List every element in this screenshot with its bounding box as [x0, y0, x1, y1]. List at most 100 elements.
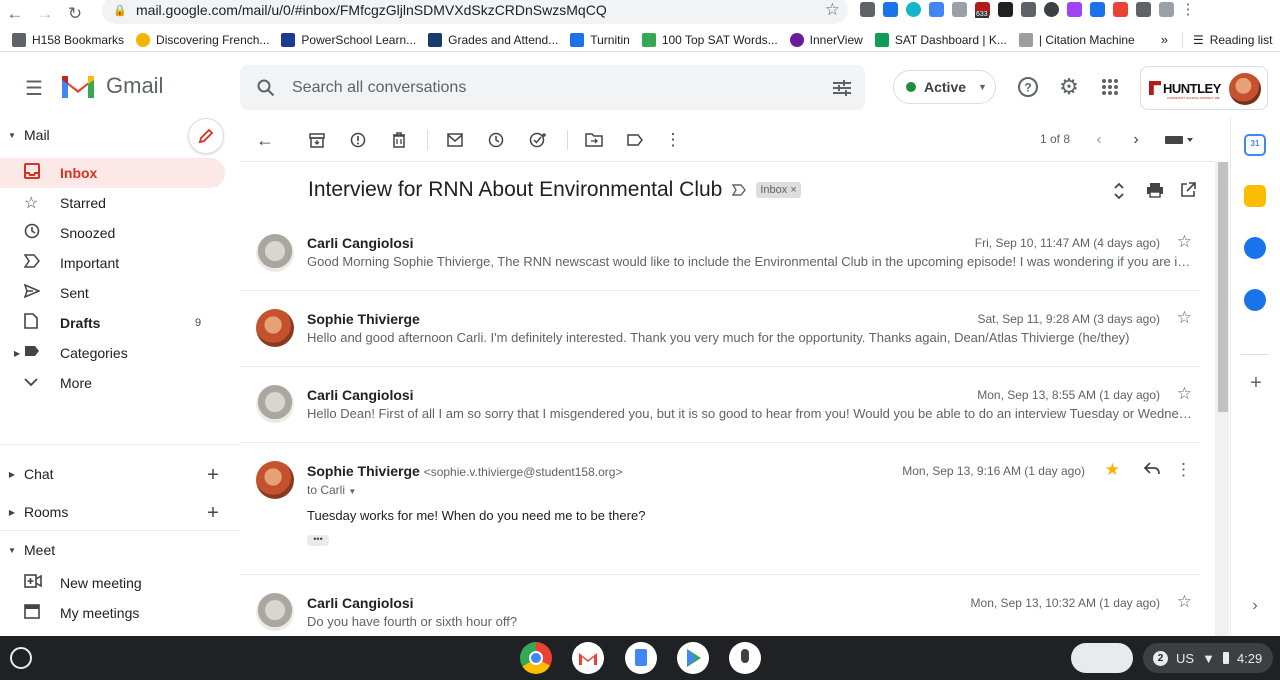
extension-icon[interactable]: [1136, 1, 1151, 17]
account-avatar[interactable]: [1229, 73, 1261, 105]
sender-avatar[interactable]: [256, 461, 294, 499]
sidebar-item-new-meeting[interactable]: New meeting: [0, 568, 225, 598]
bookmark-star-icon[interactable]: ☆: [825, 0, 840, 20]
status-tray[interactable]: 2 US ▼ 4:29: [1143, 643, 1273, 673]
sender-avatar[interactable]: [256, 234, 294, 272]
move-to-folder-icon[interactable]: [582, 128, 606, 152]
extension-icon[interactable]: [952, 1, 967, 17]
expand-all-icon[interactable]: [1113, 182, 1125, 200]
bookmark-item[interactable]: H158 Bookmarks: [12, 32, 124, 47]
search-options-icon[interactable]: [833, 79, 851, 96]
bookmark-item[interactable]: InnerView: [789, 32, 863, 47]
more-vert-icon[interactable]: ⋮: [1181, 0, 1196, 18]
star-icon[interactable]: ☆: [1177, 308, 1192, 328]
starred-star-icon[interactable]: ★: [1105, 460, 1120, 480]
bookmark-item[interactable]: | Citation Machine: [1018, 32, 1135, 47]
keep-app-icon[interactable]: [1244, 185, 1266, 207]
more-bookmarks-button[interactable]: »: [1161, 32, 1168, 47]
extension-icon[interactable]: [1090, 1, 1105, 17]
input-tools-keyboard-icon[interactable]: [1162, 128, 1198, 152]
extension-icon[interactable]: [860, 1, 875, 17]
status-dropdown[interactable]: Active ▼: [893, 70, 996, 104]
search-icon[interactable]: [240, 79, 292, 97]
extension-icon[interactable]: [906, 1, 921, 17]
importance-marker-icon[interactable]: [732, 184, 747, 196]
collapsed-message[interactable]: Carli Cangiolosi Mon, Sep 13, 10:32 AM (…: [240, 575, 1200, 636]
star-icon[interactable]: ☆: [1177, 384, 1192, 404]
search-bar[interactable]: [240, 65, 865, 110]
docs-app-icon[interactable]: [625, 642, 657, 674]
open-in-new-window-icon[interactable]: [1180, 182, 1196, 198]
star-icon[interactable]: ☆: [1177, 592, 1192, 612]
bookmark-item[interactable]: SAT Dashboard | K...: [874, 32, 1007, 47]
collapsed-message[interactable]: Carli Cangiolosi Fri, Sep 10, 11:47 AM (…: [240, 222, 1200, 291]
hide-side-panel-chevron-icon[interactable]: ›: [1247, 597, 1263, 614]
snooze-clock-icon[interactable]: [484, 128, 508, 152]
reply-icon[interactable]: [1144, 461, 1160, 475]
contacts-app-icon[interactable]: [1244, 289, 1266, 311]
extension-icon[interactable]: [1067, 1, 1082, 17]
apps-grid-icon[interactable]: [1095, 72, 1125, 102]
sidebar-item-inbox[interactable]: Inbox: [0, 158, 225, 188]
chrome-app-icon[interactable]: [520, 642, 552, 674]
report-spam-icon[interactable]: [346, 128, 370, 152]
address-bar[interactable]: 🔒 mail.google.com/mail/u/0/#inbox/FMfcgz…: [102, 0, 848, 24]
extension-icon[interactable]: [1044, 1, 1059, 17]
sidebar-item-snoozed[interactable]: Snoozed: [0, 218, 225, 248]
extension-icon[interactable]: [1159, 1, 1174, 17]
caret-right-icon[interactable]: ▶: [14, 349, 20, 358]
remove-label-icon[interactable]: ×: [790, 184, 796, 196]
chat-section-header[interactable]: ▶ Chat: [0, 466, 54, 482]
sidebar-item-drafts[interactable]: Drafts 9: [0, 308, 225, 338]
extension-icon[interactable]: [929, 1, 944, 17]
extension-icon[interactable]: [1021, 1, 1036, 17]
back-arrow-icon[interactable]: ←: [0, 0, 30, 28]
label-as-icon[interactable]: [623, 128, 647, 152]
bookmark-item[interactable]: Turnitin: [570, 32, 630, 47]
delete-trash-icon[interactable]: [387, 128, 411, 152]
back-to-inbox-icon[interactable]: ←: [253, 128, 277, 152]
gmail-logo[interactable]: Gmail: [60, 72, 163, 100]
add-task-icon[interactable]: [526, 128, 550, 152]
archive-icon[interactable]: [305, 128, 329, 152]
sidebar-item-sent[interactable]: Sent: [0, 278, 225, 308]
bookmark-item[interactable]: Discovering French...: [136, 32, 269, 47]
create-room-plus-icon[interactable]: +: [202, 502, 224, 524]
recipient-line[interactable]: to Carli ▼: [307, 483, 356, 497]
bookmark-item[interactable]: 100 Top SAT Words...: [641, 32, 778, 47]
main-menu-icon[interactable]: ☰: [20, 74, 48, 102]
meet-section-header[interactable]: ▼ Meet: [0, 542, 55, 558]
play-store-app-icon[interactable]: [677, 642, 709, 674]
scrollbar-thumb[interactable]: [1218, 162, 1228, 412]
launcher-icon[interactable]: [10, 647, 32, 669]
get-addons-plus-icon[interactable]: +: [1245, 372, 1267, 394]
bookmark-item[interactable]: PowerSchool Learn...: [281, 32, 416, 47]
more-vert-icon[interactable]: ⋮: [661, 128, 685, 152]
rooms-section-header[interactable]: ▶ Rooms: [0, 504, 68, 520]
reading-list-button[interactable]: ☰ Reading list: [1181, 32, 1272, 47]
collapsed-message[interactable]: Sophie Thivierge Sat, Sep 11, 9:28 AM (3…: [240, 291, 1200, 367]
inbox-label-chip[interactable]: Inbox ×: [756, 182, 801, 198]
gmail-app-icon[interactable]: [572, 642, 604, 674]
sidebar-item-important[interactable]: Important: [0, 248, 225, 278]
account-switcher[interactable]: HUNTLEY COMMUNITY SCHOOL DISTRICT 158: [1140, 66, 1268, 110]
holding-space-tray[interactable]: [1071, 643, 1133, 673]
extension-icon[interactable]: [1113, 1, 1128, 17]
sidebar-item-starred[interactable]: ☆ Starred: [0, 188, 225, 218]
mark-unread-icon[interactable]: [443, 128, 467, 152]
show-trimmed-content-button[interactable]: •••: [307, 535, 329, 546]
tasks-app-icon[interactable]: [1244, 237, 1266, 259]
sidebar-item-categories[interactable]: ▶ Categories: [0, 338, 225, 368]
star-icon[interactable]: ☆: [1177, 232, 1192, 252]
search-input[interactable]: [292, 78, 812, 97]
voice-recorder-app-icon[interactable]: [729, 642, 761, 674]
sender-avatar[interactable]: [256, 385, 294, 423]
start-chat-plus-icon[interactable]: +: [202, 464, 224, 486]
older-chevron-right-icon[interactable]: ›: [1124, 128, 1148, 152]
settings-gear-icon[interactable]: ⚙: [1054, 72, 1084, 102]
sender-avatar[interactable]: [256, 309, 294, 347]
calendar-app-icon[interactable]: 31: [1244, 134, 1266, 156]
compose-button[interactable]: [188, 118, 224, 154]
more-vert-icon[interactable]: ⋮: [1175, 460, 1192, 480]
print-icon[interactable]: [1146, 182, 1164, 198]
